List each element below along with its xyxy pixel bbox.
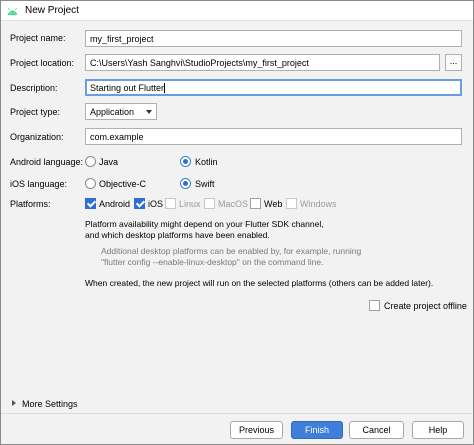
java-radio[interactable] [85, 156, 96, 167]
project-type-value: Application [90, 107, 135, 117]
footer-divider [1, 413, 473, 414]
finish-button[interactable]: Finish [291, 421, 343, 439]
desktop-note-line1: Additional desktop platforms can be enab… [101, 246, 362, 256]
organization-label: Organization: [10, 132, 64, 142]
kotlin-radio[interactable] [180, 156, 191, 167]
create-offline-label[interactable]: Create project offline [384, 301, 467, 311]
cancel-button[interactable]: Cancel [349, 421, 404, 439]
java-radio-label[interactable]: Java [99, 157, 118, 167]
project-location-field[interactable]: C:\Users\Yash Sanghvi\StudioProjects\my_… [85, 54, 440, 71]
chevron-right-icon [12, 400, 16, 406]
project-location-label: Project location: [10, 58, 75, 68]
help-button[interactable]: Help [412, 421, 464, 439]
windows-checkbox-label: Windows [300, 199, 337, 209]
project-name-label: Project name: [10, 33, 66, 43]
swift-radio-label[interactable]: Swift [195, 179, 215, 189]
ios-language-label: iOS language: [10, 179, 68, 189]
ios-checkbox[interactable] [134, 198, 145, 209]
description-value: Starting out Flutter [90, 83, 165, 93]
android-language-label: Android language: [10, 157, 84, 167]
project-name-field[interactable]: my_first_project [85, 30, 462, 47]
create-offline-checkbox[interactable] [369, 300, 380, 311]
browse-button[interactable]: ... [445, 54, 462, 71]
project-type-dropdown[interactable]: Application [85, 103, 157, 120]
kotlin-radio-label[interactable]: Kotlin [195, 157, 218, 167]
linux-checkbox-label: Linux [179, 199, 201, 209]
ios-checkbox-label[interactable]: iOS [148, 199, 163, 209]
android-checkbox-label[interactable]: Android [99, 199, 130, 209]
web-checkbox-label[interactable]: Web [264, 199, 282, 209]
platforms-label: Platforms: [10, 199, 51, 209]
availability-note-line1: Platform availability might depend on yo… [85, 219, 324, 229]
description-label: Description: [10, 83, 58, 93]
objective-c-radio[interactable] [85, 178, 96, 189]
web-checkbox[interactable] [250, 198, 261, 209]
description-field[interactable]: Starting out Flutter [85, 79, 462, 96]
objective-c-radio-label[interactable]: Objective-C [99, 179, 146, 189]
availability-note-line2: and which desktop platforms have been en… [85, 230, 270, 240]
new-project-dialog: New Project Project name: my_first_proje… [0, 0, 474, 445]
text-caret [164, 83, 166, 93]
organization-field[interactable]: com.example [85, 128, 462, 145]
chevron-down-icon [146, 110, 152, 114]
created-note: When created, the new project will run o… [85, 278, 434, 288]
more-settings-label: More Settings [22, 399, 78, 409]
previous-button[interactable]: Previous [230, 421, 283, 439]
window-title: New Project [25, 5, 79, 16]
macos-checkbox [204, 198, 215, 209]
desktop-note-line2: "flutter config --enable-linux-desktop" … [101, 257, 324, 267]
android-checkbox[interactable] [85, 198, 96, 209]
linux-checkbox [165, 198, 176, 209]
project-type-label: Project type: [10, 107, 61, 117]
windows-checkbox [286, 198, 297, 209]
more-settings-toggle[interactable]: More Settings [12, 399, 78, 409]
android-icon [8, 7, 17, 15]
title-bar: New Project [1, 1, 473, 21]
macos-checkbox-label: MacOS [218, 199, 249, 209]
swift-radio[interactable] [180, 178, 191, 189]
